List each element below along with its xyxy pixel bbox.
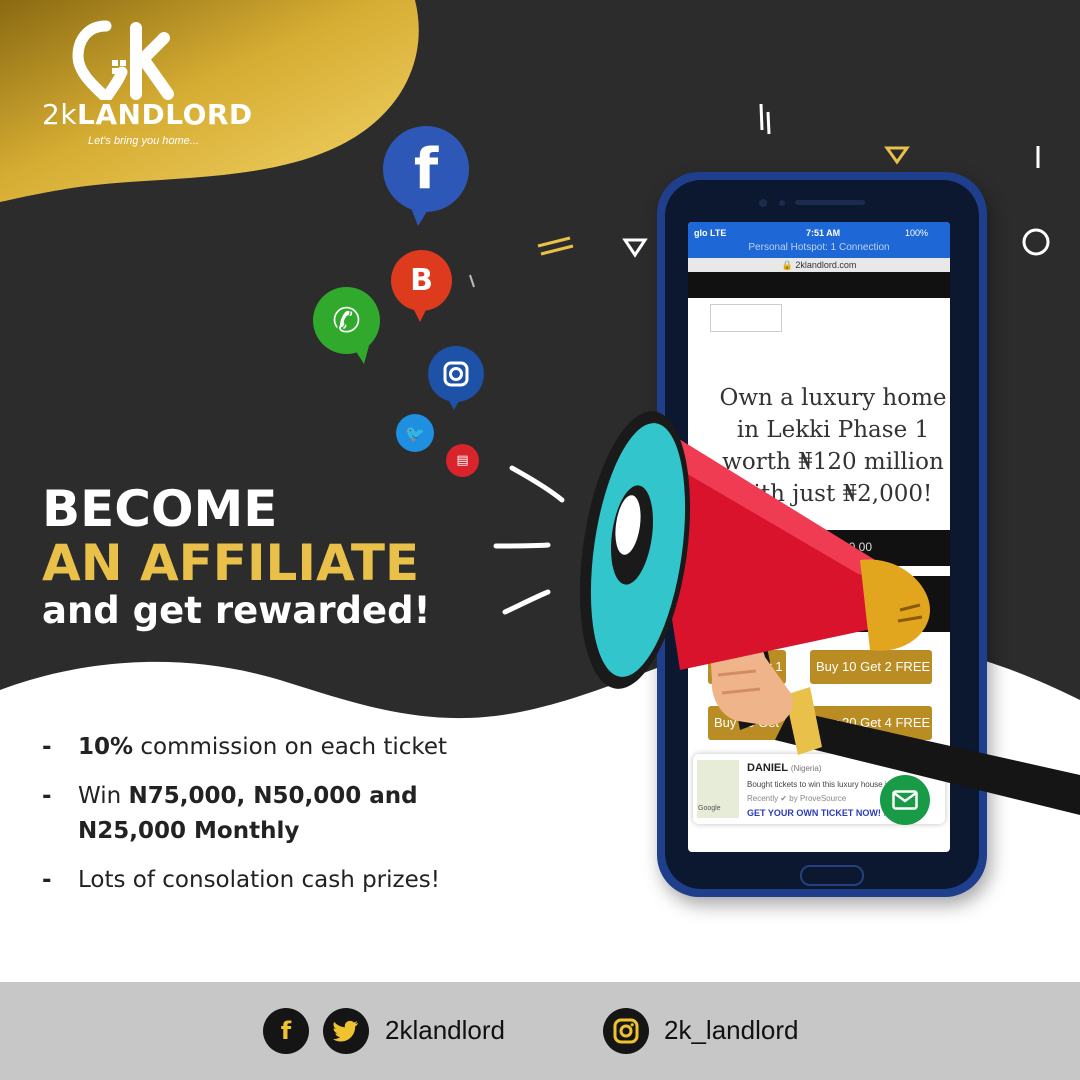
brand-name: 2kLANDLORD [42,98,253,131]
facebook-bubble-tail [408,200,434,226]
carrier-label: glo LTE [694,228,727,238]
phone-camera [759,199,767,207]
logo-mark-icon [72,20,174,100]
home-button[interactable] [800,865,864,886]
headline-line-2: AN AFFILIATE [42,534,420,592]
affiliate-poster: 2kLANDLORD Let's bring you home... f B ✆… [0,0,1080,1080]
phone-sensor [779,200,785,206]
instagram-icon[interactable] [603,1008,649,1054]
blogger-bubble-tail [410,302,430,322]
headline-line-1: BECOME [42,480,278,538]
twitter-icon[interactable] [323,1008,369,1054]
megaphone-illustration [579,411,1080,815]
status-bar: glo LTE 7:51 AM 100% Personal Hotspot: 1… [688,222,950,258]
phone-earpiece [795,200,865,205]
facebook-icon[interactable]: f [263,1008,309,1054]
site-header [688,272,950,298]
list-item: - 10% commission on each ticket [42,734,448,760]
status-time: 7:51 AM [806,228,841,238]
benefits-list: - 10% commission on each ticket - Win N7… [42,730,502,912]
instagram-handle[interactable]: 2k_landlord [664,1015,798,1046]
site-logo-box [710,304,782,332]
brand-tagline: Let's bring you home... [88,135,199,147]
url-bar[interactable]: 🔒 2klandlord.com [688,258,950,272]
instagram-bubble-tail [445,394,463,410]
hotspot-label: Personal Hotspot: 1 Connection [748,242,890,253]
list-item: - Lots of consolation cash prizes! [42,867,440,893]
facebook-twitter-handle[interactable]: 2klandlord [385,1015,505,1046]
list-item: - Win N75,000, N50,000 and N25,000 Month… [42,783,418,844]
news-bubble-icon: ▤ [446,444,479,477]
headline-line-3: and get rewarded! [42,589,431,632]
footer-bar: f 2klandlord 2k_landlord [0,982,1080,1080]
twitter-bubble-icon: 🐦 [396,414,434,452]
battery-label: 100% [904,228,928,238]
whatsapp-bubble-tail [350,342,370,364]
